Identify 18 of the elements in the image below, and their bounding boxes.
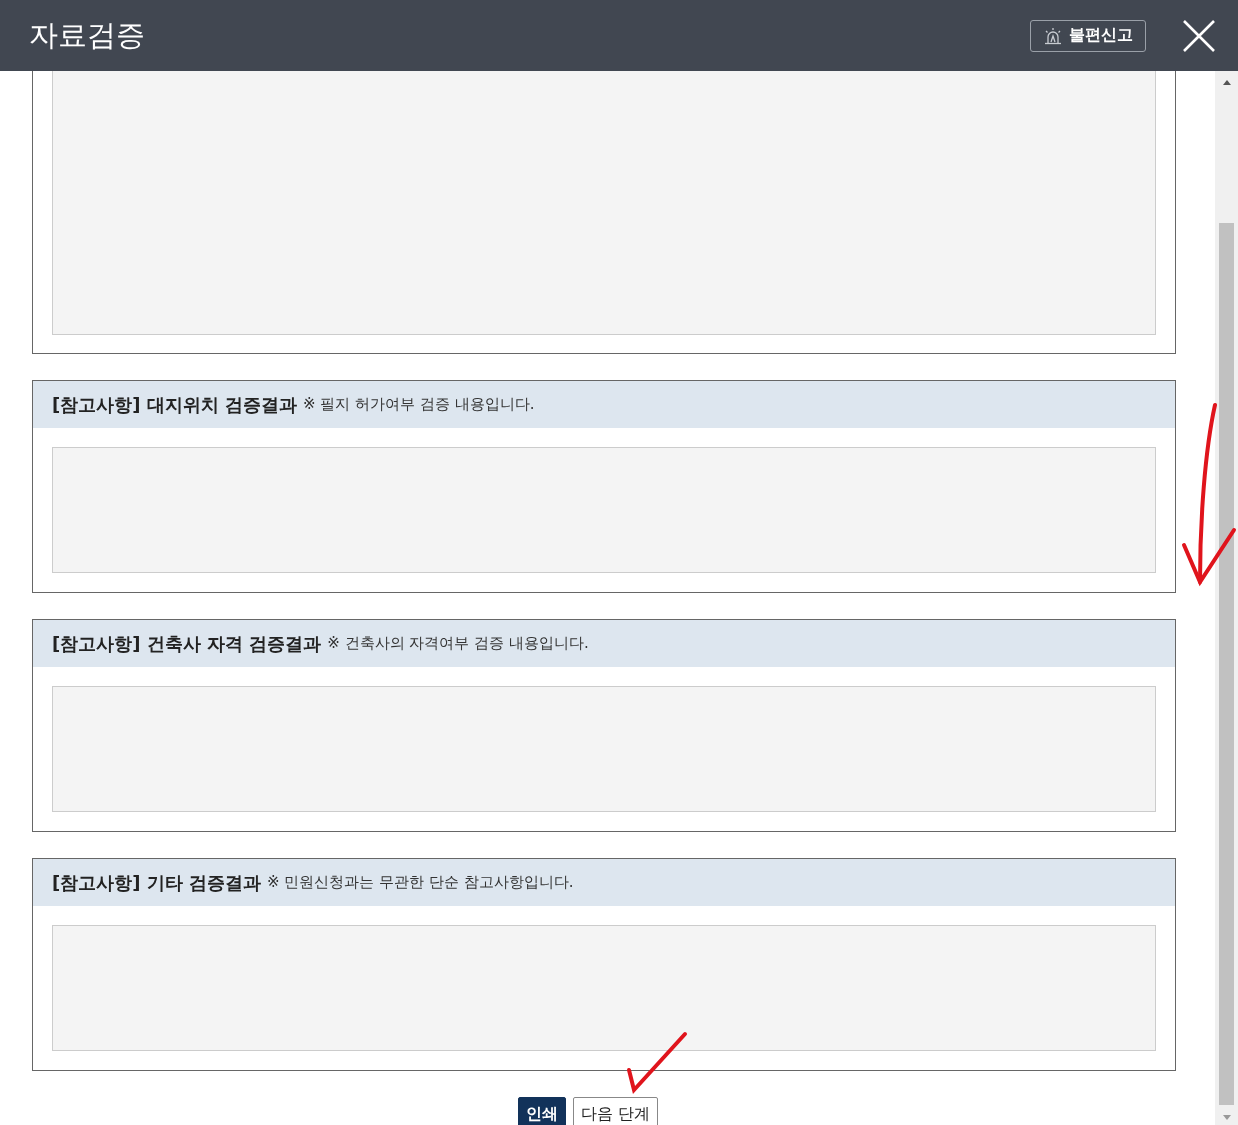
- window-title: 자료검증: [29, 16, 146, 54]
- annotation-checkmark: [627, 1032, 687, 1095]
- section-note: ※ 필지 허가여부 검증 내용입니다.: [303, 395, 535, 414]
- report-button[interactable]: 불편신고: [1030, 19, 1146, 52]
- print-button[interactable]: 인쇄: [517, 1097, 566, 1125]
- section-heading: [참고사항] 건축사 자격 검증결과: [52, 631, 322, 656]
- scrollbar-thumb[interactable]: [1219, 223, 1234, 1105]
- siren-icon: [1043, 26, 1063, 45]
- scrollbar[interactable]: [1215, 71, 1238, 1125]
- section-heading: [참고사항] 대지위치 검증결과: [52, 392, 297, 417]
- scroll-up-icon[interactable]: [1222, 79, 1231, 85]
- section-heading: [참고사항] 기타 검증결과: [52, 870, 261, 895]
- close-icon: [1182, 18, 1216, 53]
- section-note: ※ 건축사의 자격여부 검증 내용입니다.: [327, 634, 589, 653]
- section-note: ※ 민원신청과는 무관한 단순 참고사항입니다.: [267, 873, 574, 892]
- scroll-down-icon[interactable]: [1222, 1115, 1231, 1121]
- close-button[interactable]: [1182, 18, 1216, 53]
- next-button[interactable]: 다음 단계: [572, 1097, 659, 1125]
